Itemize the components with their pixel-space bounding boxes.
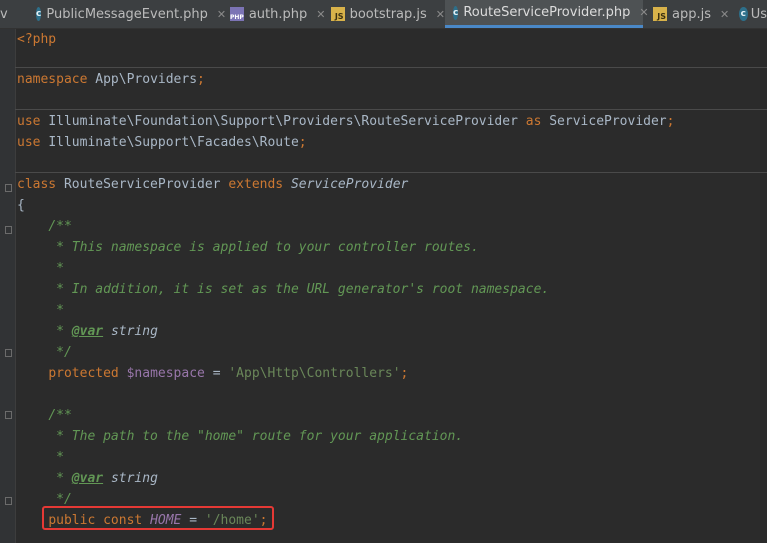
tab-label: bootstrap.js bbox=[349, 6, 427, 22]
code-line: /** bbox=[17, 405, 72, 426]
doc-type: string bbox=[110, 471, 158, 486]
close-icon[interactable]: ✕ bbox=[720, 8, 729, 21]
method-separator bbox=[15, 67, 767, 68]
javascript-file-icon: JS bbox=[653, 7, 667, 21]
keyword: use bbox=[17, 114, 41, 129]
tab-publicmessageevent[interactable]: c PublicMessageEvent.php ✕ bbox=[22, 0, 226, 28]
doc-comment: * bbox=[56, 450, 64, 465]
code-line: use Illuminate\Support\Facades\Route; bbox=[17, 132, 307, 153]
code-line: * The path to the "home" route for your … bbox=[17, 426, 463, 447]
tab-truncated-left[interactable]: v bbox=[0, 0, 22, 28]
doc-comment: /** bbox=[48, 219, 72, 234]
php-class-icon: c bbox=[739, 7, 748, 21]
code-line: * This namespace is applied to your cont… bbox=[17, 237, 479, 258]
semicolon: ; bbox=[666, 114, 675, 129]
semicolon: ; bbox=[197, 72, 205, 87]
doc-comment: * In addition, it is set as the URL gene… bbox=[56, 282, 550, 297]
brace: { bbox=[17, 198, 25, 213]
code-line: * @var string bbox=[17, 468, 158, 489]
keyword: namespace bbox=[17, 72, 88, 87]
code-line: <?php bbox=[17, 29, 56, 50]
parent-class-name: ServiceProvider bbox=[290, 177, 409, 192]
doc-comment: * bbox=[56, 324, 64, 339]
doc-comment: /** bbox=[48, 408, 72, 423]
doc-comment: * The path to the "home" route for your … bbox=[56, 429, 464, 444]
doc-comment: * This namespace is applied to your cont… bbox=[56, 240, 479, 255]
tab-app-js[interactable]: JS app.js ✕ bbox=[643, 0, 737, 28]
editor-tab-bar: v c PublicMessageEvent.php ✕ PHP auth.ph… bbox=[0, 0, 767, 29]
doc-comment: * bbox=[56, 471, 64, 486]
property-name: $namespace bbox=[126, 366, 205, 381]
code-line: protected $namespace = 'App\Http\Control… bbox=[17, 363, 408, 384]
semicolon: ; bbox=[298, 135, 307, 150]
tab-label: RouteServiceProvider.php bbox=[463, 5, 631, 20]
code-line: namespace App\Providers; bbox=[17, 69, 205, 90]
php-open-tag: <?php bbox=[17, 32, 57, 47]
javascript-file-icon: JS bbox=[331, 7, 345, 21]
string-literal: 'App\Http\Controllers' bbox=[228, 366, 401, 381]
editor-gutter bbox=[0, 29, 16, 543]
doc-comment: * bbox=[56, 261, 64, 276]
doc-tag: @var bbox=[71, 324, 104, 339]
code-line: */ bbox=[17, 342, 72, 363]
import-alias: ServiceProvider bbox=[549, 114, 667, 129]
tab-label: v bbox=[0, 6, 8, 22]
doc-comment: */ bbox=[56, 345, 72, 360]
code-line: * bbox=[17, 258, 64, 279]
keyword: as bbox=[525, 114, 542, 129]
tab-auth[interactable]: PHP auth.php ✕ bbox=[222, 0, 325, 28]
method-separator bbox=[15, 109, 767, 110]
operator: = bbox=[212, 366, 221, 381]
php-class-icon: c bbox=[453, 5, 459, 20]
keyword: class bbox=[17, 177, 57, 192]
code-editor[interactable]: <?php namespace App\Providers; use Illum… bbox=[0, 29, 767, 543]
fold-marker-icon[interactable] bbox=[5, 226, 12, 234]
code-line: * bbox=[17, 300, 64, 321]
doc-tag: @var bbox=[71, 471, 104, 486]
fold-marker-icon[interactable] bbox=[5, 497, 12, 505]
tab-label: app.js bbox=[672, 6, 711, 22]
code-line: * In addition, it is set as the URL gene… bbox=[17, 279, 549, 300]
php-class-icon: c bbox=[36, 7, 42, 21]
tab-routeserviceprovider[interactable]: c RouteServiceProvider.php ✕ bbox=[445, 0, 649, 28]
code-line: { bbox=[17, 195, 25, 216]
keyword: extends bbox=[228, 177, 284, 192]
keyword: use bbox=[17, 135, 41, 150]
tab-label: auth.php bbox=[248, 6, 308, 22]
class-name: RouteServiceProvider bbox=[63, 177, 221, 192]
code-line: use Illuminate\Foundation\Support\Provid… bbox=[17, 111, 674, 132]
close-icon[interactable]: ✕ bbox=[436, 8, 445, 21]
code-line: /** bbox=[17, 216, 72, 237]
tab-label: Us bbox=[750, 6, 767, 22]
import-path: Illuminate\Foundation\Support\Providers\… bbox=[48, 114, 518, 129]
tab-truncated-right[interactable]: c Us bbox=[737, 0, 767, 28]
doc-comment: * bbox=[56, 303, 64, 318]
code-line: * bbox=[17, 447, 64, 468]
highlight-box bbox=[42, 506, 274, 530]
semicolon: ; bbox=[400, 366, 409, 381]
method-separator bbox=[15, 172, 767, 173]
keyword: protected bbox=[48, 366, 119, 381]
php-file-icon: PHP bbox=[230, 7, 244, 21]
fold-marker-icon[interactable] bbox=[5, 184, 12, 192]
namespace-name: App\Providers bbox=[95, 72, 198, 87]
doc-comment: */ bbox=[56, 492, 72, 507]
fold-marker-icon[interactable] bbox=[5, 411, 12, 419]
code-line: * @var string bbox=[17, 321, 158, 342]
fold-marker-icon[interactable] bbox=[5, 349, 12, 357]
tab-label: PublicMessageEvent.php bbox=[46, 6, 208, 22]
code-line: class RouteServiceProvider extends Servi… bbox=[17, 174, 408, 195]
doc-type: string bbox=[110, 324, 158, 339]
import-path: Illuminate\Support\Facades\Route bbox=[48, 135, 299, 150]
tab-bootstrap[interactable]: JS bootstrap.js ✕ bbox=[323, 0, 445, 28]
